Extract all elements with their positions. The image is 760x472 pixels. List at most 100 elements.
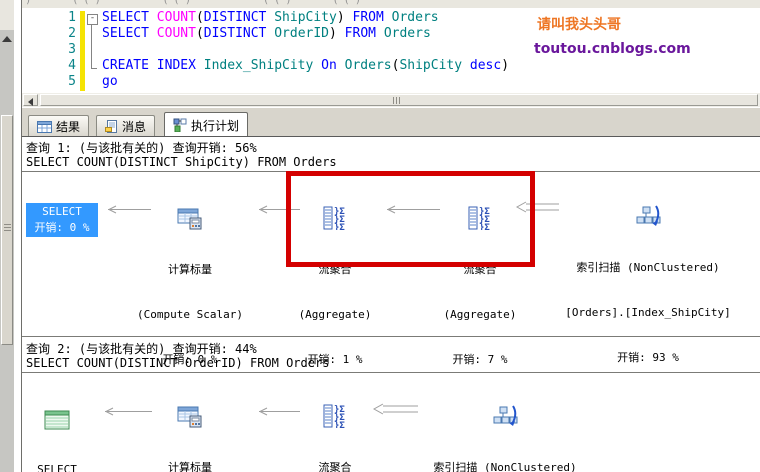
code-line[interactable]: CREATE INDEX Index_ShipCity On Orders(Sh… — [102, 58, 509, 74]
code-token: Index_ShipCity — [204, 58, 321, 73]
node-cost: 开销: 7 % — [435, 352, 525, 367]
node-title: SELECT — [42, 205, 82, 218]
tab-execution-plan-label: 执行计划 — [191, 117, 239, 134]
compute-scalar-icon — [177, 208, 203, 230]
sql-editor[interactable]: 12345 - SELECT COUNT(DISTINCT ShipCity) … — [22, 8, 760, 93]
watermark-link: toutou.cnblogs.com — [534, 41, 691, 57]
compute-scalar-icon — [177, 406, 203, 428]
outline-guide-end — [91, 68, 97, 69]
code-token: COUNT — [157, 10, 196, 25]
code-lines[interactable]: SELECT COUNT(DISTINCT ShipCity) FROM Ord… — [102, 10, 509, 90]
plan2-arrow-scan-to-agg-thick[interactable] — [372, 403, 418, 416]
outline-guide — [91, 24, 92, 68]
code-token: Orders — [384, 26, 431, 41]
code-token: ) — [501, 58, 509, 73]
plan1-node-index-scan[interactable]: 索引扫描 (NonClustered) [Orders].[Index_Ship… — [548, 174, 748, 395]
code-line[interactable]: SELECT COUNT(DISTINCT ShipCity) FROM Ord… — [102, 10, 509, 26]
left-gutter — [14, 0, 21, 472]
node-subtitle: (Compute Scalar) — [130, 307, 250, 322]
node-subtitle: (Aggregate) — [435, 307, 525, 322]
thumb-grip — [396, 97, 397, 104]
node-subtitle: (Aggregate) — [290, 307, 380, 322]
code-token: CREATE INDEX — [102, 58, 204, 73]
tab-results[interactable]: 结果 — [28, 115, 89, 137]
code-token: ( — [196, 26, 204, 41]
code-token: FROM — [353, 10, 392, 25]
scrollbar-track-top — [0, 0, 14, 30]
plan2-node-select[interactable]: SELECT 开销: 0 % — [21, 380, 93, 472]
line-number: 5 — [48, 74, 76, 90]
tab-messages[interactable]: 消息 — [96, 115, 155, 137]
execution-plan-icon — [173, 118, 187, 132]
code-token: OrderID — [274, 26, 329, 41]
code-token: Orders — [345, 58, 392, 73]
plan2-node-index-scan[interactable]: 索引扫描 (NonClustered) [Orders].[OrderDate]… — [405, 374, 605, 472]
messages-icon — [105, 120, 118, 133]
node-cost: 开销: 93 % — [548, 350, 748, 365]
line-number: 2 — [48, 26, 76, 42]
results-tab-strip: 结果 消息 执行计划 — [22, 107, 760, 137]
query2-sql: SELECT COUNT(DISTINCT OrderID) FROM Orde… — [26, 356, 329, 370]
plan2-arrow-agg-to-compute[interactable] — [250, 406, 300, 417]
scroll-up-arrow-icon[interactable] — [2, 36, 12, 42]
node-cost: 开销: 0 % — [34, 221, 89, 234]
code-token: On — [321, 58, 344, 73]
thumb-grip — [393, 97, 394, 104]
code-collapse-icon[interactable]: - — [87, 14, 98, 25]
watermark-text: 请叫我头头哥 — [537, 14, 621, 34]
horizontal-scrollbar-thumb[interactable] — [40, 94, 758, 106]
code-token: FROM — [345, 26, 384, 41]
plan2-node-stream-aggregate[interactable]: }Σ }Σ }Σ 流聚合 (Aggregate) 开销: 9 % — [290, 374, 380, 472]
query1-sql: SELECT COUNT(DISTINCT ShipCity) FROM Ord… — [26, 155, 337, 169]
code-token: Orders — [392, 10, 439, 25]
svg-text:}Σ: }Σ — [334, 421, 345, 428]
code-token: COUNT — [157, 26, 196, 41]
tab-results-label: 结果 — [56, 118, 80, 135]
select-result-icon — [44, 410, 70, 430]
code-line[interactable]: SELECT COUNT(DISTINCT OrderID) FROM Orde… — [102, 26, 509, 42]
editor-horizontal-scrollbar[interactable] — [22, 93, 760, 107]
tab-execution-plan[interactable]: 执行计划 — [164, 112, 248, 137]
code-token: ( — [196, 10, 204, 25]
code-token: DISTINCT — [204, 10, 274, 25]
left-vertical-scrollbar[interactable] — [0, 0, 15, 472]
index-scan-icon — [635, 204, 661, 228]
change-tracking-bar — [80, 11, 85, 91]
thumb-grip — [399, 97, 400, 104]
left-scrollbar-thumb[interactable] — [1, 115, 13, 345]
code-token: desc — [470, 58, 501, 73]
plan2-node-compute-scalar[interactable]: 计算标量 (Compute Scalar) 开销: 0 % — [130, 376, 250, 472]
scroll-left-button[interactable] — [23, 94, 38, 106]
red-annotation-rectangle — [286, 171, 535, 267]
code-token: SELECT — [102, 26, 157, 41]
query2-header: 查询 2: (与该批有关的) 查询开销: 44% — [26, 340, 257, 357]
node-title: 索引扫描 (NonClustered) — [405, 460, 605, 472]
thumb-grip — [4, 224, 11, 225]
thumb-grip — [4, 227, 11, 228]
code-line[interactable] — [102, 42, 509, 58]
code-token: ) — [329, 26, 345, 41]
line-number: 3 — [48, 42, 76, 58]
separator-highlight — [22, 337, 760, 338]
index-scan-icon — [492, 404, 518, 428]
plan1-arrow-compute-to-select[interactable] — [99, 204, 151, 215]
node-title: SELECT — [21, 462, 93, 472]
node-title: 流聚合 — [290, 460, 380, 472]
line-numbers: 12345 — [48, 10, 76, 90]
node-title: 计算标量 — [130, 460, 250, 472]
query1-header: 查询 1: (与该批有关的) 查询开销: 56% — [26, 139, 257, 156]
code-line[interactable]: go — [102, 74, 509, 90]
results-grid-icon — [37, 121, 52, 133]
code-token: ShipCity — [399, 58, 469, 73]
thumb-grip — [4, 230, 11, 231]
ssms-execution-plan-window: ( ( ) ( ( ) ( ( ) ( ( ) ( ( ) 12345 - SE… — [0, 0, 760, 472]
scroll-left-arrow-icon — [28, 98, 33, 106]
node-subtitle: [Orders].[Index_ShipCity] — [548, 305, 748, 320]
plan1-node-select-label-selected[interactable]: SELECT 开销: 0 % — [26, 203, 98, 237]
stream-aggregate-icon: }Σ }Σ }Σ — [323, 404, 347, 428]
code-token: DISTINCT — [204, 26, 274, 41]
plan2-arrow-compute-to-select[interactable] — [96, 406, 152, 417]
line-number: 4 — [48, 58, 76, 74]
separator — [22, 372, 760, 373]
line-number: 1 — [48, 10, 76, 26]
